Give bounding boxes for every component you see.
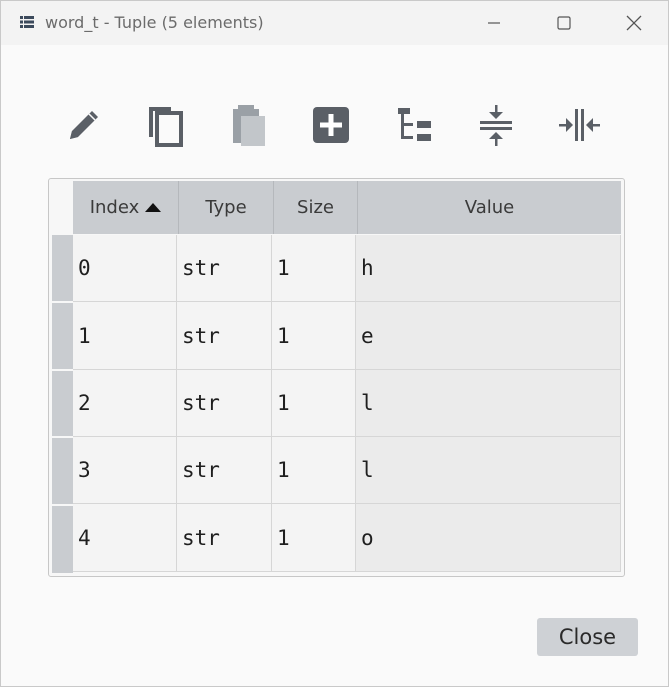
copy-icon — [149, 107, 183, 147]
table-cell-type[interactable]: str — [177, 437, 272, 504]
paste-icon — [233, 105, 265, 146]
row-header[interactable] — [52, 235, 73, 301]
plus-square-icon — [313, 107, 349, 143]
pencil-icon — [70, 111, 98, 139]
table-cell-size[interactable]: 1 — [272, 504, 356, 572]
collapse-vertical-icon — [480, 105, 512, 146]
tree-icon — [398, 108, 431, 141]
table-cell-index[interactable]: 1 — [73, 302, 177, 370]
close-icon — [626, 15, 642, 31]
close-window-button[interactable] — [611, 1, 657, 45]
table-cell-type[interactable]: str — [177, 504, 272, 572]
maximize-button[interactable] — [541, 1, 587, 45]
edit-button[interactable] — [62, 103, 106, 147]
insert-button[interactable] — [309, 103, 353, 147]
sort-ascending-icon — [145, 202, 162, 212]
table-cell-index[interactable]: 4 — [73, 504, 177, 572]
column-header-label: Value — [464, 197, 515, 218]
row-header[interactable] — [52, 371, 73, 436]
table-cell-value[interactable]: l — [356, 437, 621, 504]
tree-view-button[interactable] — [393, 103, 437, 147]
collapse-columns-button[interactable] — [557, 103, 601, 147]
table-cell-size[interactable]: 1 — [272, 235, 356, 302]
table-cell-type[interactable]: str — [177, 302, 272, 370]
list-table-icon — [20, 16, 34, 28]
table-cell-value[interactable]: o — [356, 504, 621, 572]
row-header[interactable] — [52, 303, 73, 369]
table-corner — [51, 181, 73, 234]
column-header-type[interactable]: Type — [179, 181, 274, 234]
close-button[interactable]: Close — [537, 618, 638, 656]
column-header-index[interactable]: Index — [73, 181, 179, 234]
column-header-label: Type — [205, 197, 247, 218]
column-header-label: Size — [297, 197, 334, 218]
table-cell-value[interactable]: h — [356, 235, 621, 302]
table-cell-size[interactable]: 1 — [272, 302, 356, 370]
collection-editor-window: word_t - Tuple (5 elements) Index Type S… — [0, 0, 669, 687]
minimize-icon — [488, 22, 500, 24]
table-cell-index[interactable]: 0 — [73, 235, 177, 302]
table-cell-type[interactable]: str — [177, 370, 272, 437]
table-cell-type[interactable]: str — [177, 235, 272, 302]
maximize-icon — [557, 16, 571, 30]
table-cell-size[interactable]: 1 — [272, 370, 356, 437]
minimize-button[interactable] — [471, 1, 517, 45]
column-header-size[interactable]: Size — [274, 181, 358, 234]
paste-button[interactable] — [226, 103, 270, 147]
column-header-value[interactable]: Value — [358, 181, 621, 234]
column-header-label: Index — [89, 197, 140, 218]
collapse-rows-button[interactable] — [474, 103, 518, 147]
copy-button[interactable] — [143, 103, 187, 147]
collapse-horizontal-icon — [559, 109, 600, 141]
table-cell-size[interactable]: 1 — [272, 437, 356, 504]
row-header[interactable] — [52, 506, 73, 573]
table-cell-value[interactable]: l — [356, 370, 621, 437]
table-cell-value[interactable]: e — [356, 302, 621, 370]
title-bar[interactable]: word_t - Tuple (5 elements) — [1, 1, 668, 45]
row-header[interactable] — [52, 438, 73, 504]
table-cell-index[interactable]: 3 — [73, 437, 177, 504]
table-cell-index[interactable]: 2 — [73, 370, 177, 437]
window-title: word_t - Tuple (5 elements) — [45, 13, 264, 32]
